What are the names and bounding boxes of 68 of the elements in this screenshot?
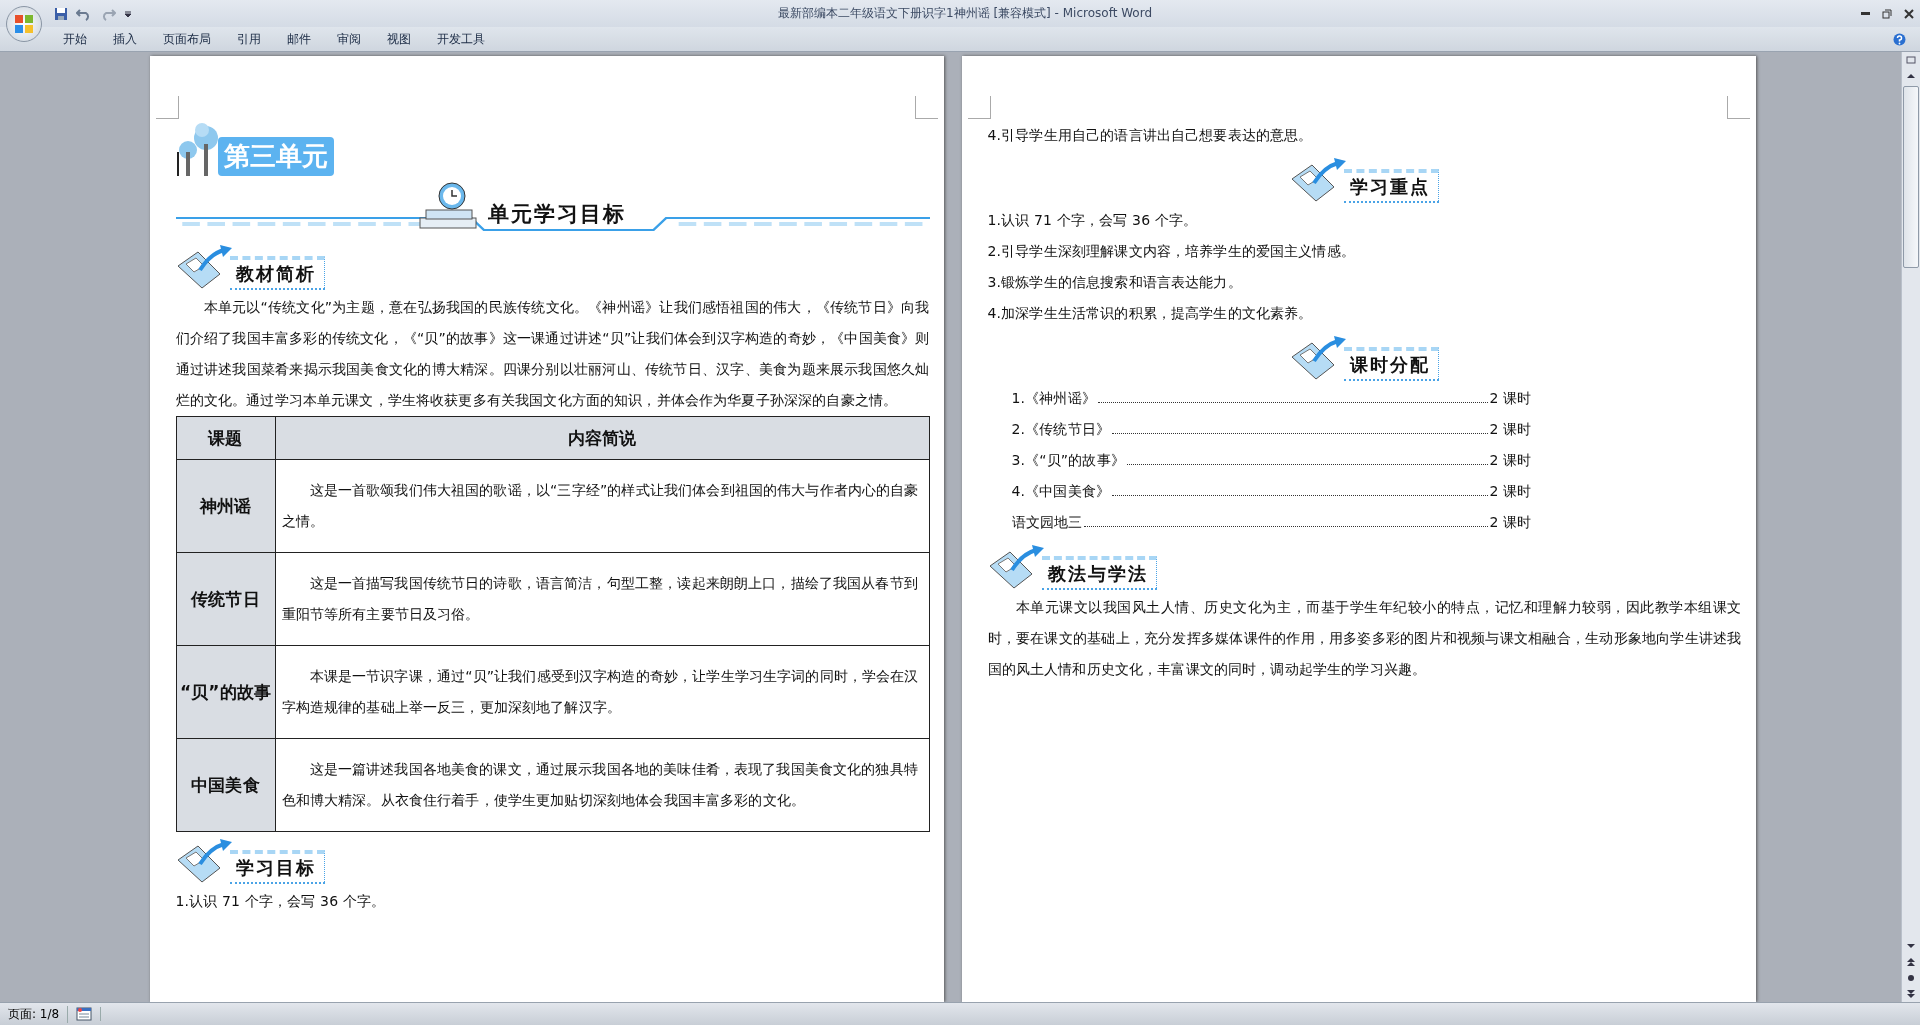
lesson-hours: 2 课时 — [1489, 482, 1532, 501]
lesson-hours: 2 课时 — [1489, 451, 1532, 470]
redo-icon — [100, 6, 116, 21]
browse-object-icon[interactable] — [1906, 973, 1916, 983]
ribbon-tab[interactable]: 页面布局 — [150, 30, 224, 48]
crop-mark — [155, 96, 179, 119]
window-title: 最新部编本二年级语文下册识字1神州谣 [兼容模式] - Microsoft Word — [776, 5, 1153, 22]
lesson-hours: 2 课时 — [1489, 389, 1532, 408]
minimize-icon — [1860, 12, 1870, 15]
help-icon — [1893, 32, 1906, 46]
crop-mark — [967, 96, 991, 119]
lesson-name: 4.《中国美食》 — [1011, 482, 1111, 501]
office-logo — [13, 13, 35, 35]
table-cell: 本课是一节识字课，通过“贝”让我们感受到汉字构造的奇妙，让学生学习生字词的同时，学会在汉字构造规律的基础上举一反三，更加深刻地了解汉字。 — [275, 645, 929, 739]
scroll-up-icon[interactable] — [1906, 71, 1916, 81]
lesson-name: 2.《传统节日》 — [1011, 420, 1111, 439]
column-header: 内容简说 — [275, 416, 929, 460]
document-icon[interactable] — [76, 1007, 93, 1021]
previous-page-icon[interactable] — [1906, 957, 1916, 967]
lesson-title-cell: 传统节日 — [176, 552, 275, 646]
section-heading: 教材简析 — [229, 256, 325, 290]
restore-icon — [1882, 8, 1892, 19]
banner-title: 单元学习目标 — [487, 201, 626, 228]
list-item: 4.加深学生生活常识的积累，提高学生的文化素养。 — [987, 304, 1314, 323]
list-item: 1.认识 71 个字，会写 36 个字。 — [175, 892, 387, 911]
next-page-icon[interactable] — [1906, 989, 1916, 999]
section-heading: 课时分配 — [1344, 347, 1439, 381]
save-icon — [54, 6, 68, 21]
section-heading: 学习重点 — [1344, 169, 1439, 203]
ribbon-tab[interactable]: 插入 — [100, 30, 150, 48]
scroll-down-icon[interactable] — [1906, 941, 1916, 951]
lesson-hours: 2 课时 — [1489, 513, 1532, 532]
lesson-name: 语文园地三 — [1011, 513, 1083, 532]
caret-icon — [124, 9, 132, 18]
table-cell: 这是一首歌颂我们伟大祖国的歌谣，以“三字经”的样式让我们体会到祖国的伟大与作者内心的自豪之情。 — [275, 459, 929, 553]
section-heading: 学习目标 — [229, 850, 325, 884]
crop-mark — [914, 96, 938, 119]
office-button[interactable] — [6, 6, 42, 42]
close-icon — [1904, 8, 1914, 19]
ribbon-tab[interactable]: 邮件 — [274, 30, 324, 48]
list-item: 1.认识 71 个字，会写 36 个字。 — [987, 211, 1199, 230]
lesson-name: 3.《“贝”的故事》 — [1011, 451, 1125, 470]
lesson-name: 1.《神州谣》 — [1011, 389, 1096, 408]
column-header: 课题 — [176, 416, 275, 460]
vertical-scrollbar[interactable] — [1901, 52, 1920, 1002]
lesson-title-cell: 神州谣 — [176, 459, 275, 553]
table-cell: 这是一首描写我国传统节日的诗歌，语言简洁，句型工整，读起来朗朗上口，描绘了我国从春节到重阳节等所有主要节日及习俗。 — [275, 552, 929, 646]
ribbon-tab[interactable]: 视图 — [374, 30, 424, 48]
page-counter[interactable]: 页面: 1/8 — [0, 1005, 69, 1023]
scrollbar-thumb[interactable] — [1903, 86, 1919, 268]
body-paragraph: 本单元以“传统文化”为主题，意在弘扬我国的民族传统文化。《神州谣》让我们感悟祖国的伟大，《传统节日》向我们介绍了我国丰富多彩的传统文化，《“贝”的故事》这一课通过讲述“贝”让我们体会到汉字构造的奇妙，《中国美食》则通过讲述我国菜肴来揭示我国美食文化的博大精深。四课分别以壮丽河山、传统节日、汉字、美食为题来展示我国悠久灿烂的文化。通过学习本单元课文，学生将收获更多有关我国文化方面的知识，并体会作为华夏子孙深深的自豪之情。 — [175, 298, 930, 410]
lesson-title-cell: 中国美食 — [176, 738, 275, 832]
lesson-title-cell: “贝”的故事 — [176, 645, 275, 739]
list-item: 4.引导学生用自己的语言讲出自己想要表达的意思。 — [987, 126, 1314, 145]
undo-icon — [76, 6, 92, 21]
ribbon-tab[interactable]: 开始 — [50, 30, 100, 48]
lesson-hours: 2 课时 — [1489, 420, 1532, 439]
ribbon-tab[interactable]: 引用 — [224, 30, 274, 48]
table-cell: 这是一篇讲述我国各地美食的课文，通过展示我国各地的美味佳肴，表现了我国美食文化的独具特色和博大精深。从衣食住行着手，使学生更加贴切深刻地体会我国丰富多彩的文化。 — [275, 738, 929, 832]
ribbon-tab[interactable]: 审阅 — [324, 30, 374, 48]
ribbon-tab[interactable]: 开发工具 — [424, 30, 498, 48]
unit-title: 第三单元 — [217, 137, 335, 176]
section-heading: 教法与学法 — [1041, 556, 1157, 590]
body-paragraph: 本单元课文以我国风土人情、历史文化为主，而基于学生年纪较小的特点，记忆和理解力较弱，因此教学本组课文时，要在课文的基础上，充分发挥多媒体课件的作用，用多姿多彩的图片和视频与课文相融合，生动形象地向学生讲述我国的风土人情和历史文化，丰富课文的同时，调动起学生的学习兴趣。 — [987, 598, 1742, 679]
crop-mark — [1726, 96, 1750, 119]
list-item: 3.锻炼学生的信息搜索和语言表达能力。 — [987, 273, 1243, 292]
ruler-icon[interactable] — [1906, 55, 1916, 65]
list-item: 2.引导学生深刻理解课文内容，培养学生的爱国主义情感。 — [987, 242, 1356, 261]
